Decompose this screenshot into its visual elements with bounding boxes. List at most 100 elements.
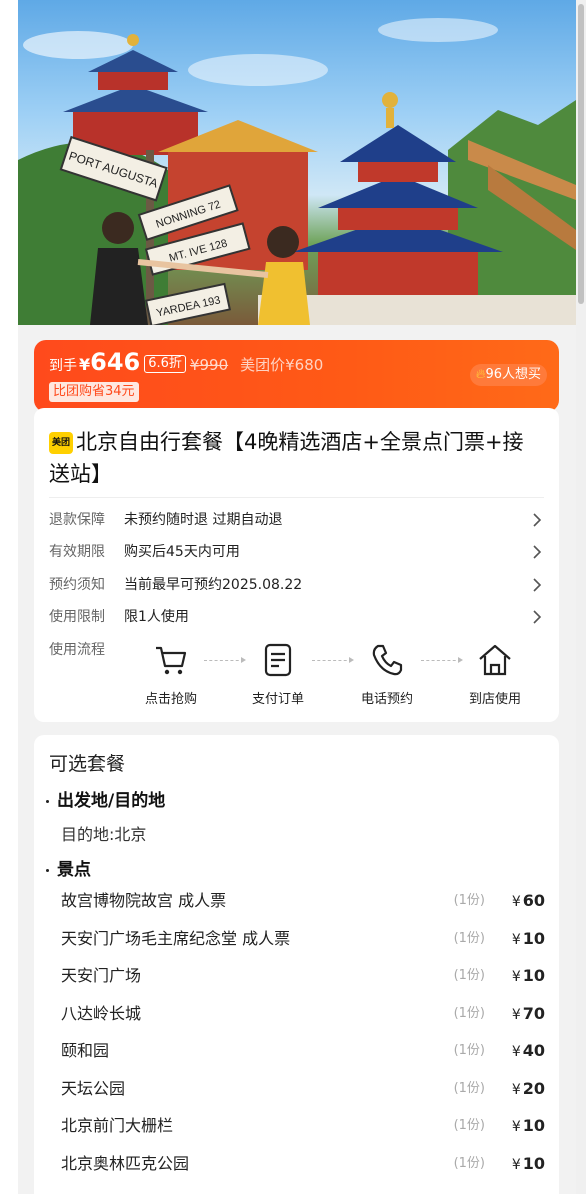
price-row: 到手 ¥ 646 6.6折 ¥990 美团价¥680 xyxy=(49,348,323,378)
bullet-icon xyxy=(46,868,49,872)
item-price: ¥10 xyxy=(512,1152,545,1177)
info-key: 预约须知 xyxy=(49,577,105,593)
flow-step-purchase: 点击抢购 xyxy=(131,642,211,707)
section-title: 景点 xyxy=(57,860,91,880)
flow-step-pay: 支付订单 xyxy=(238,642,318,707)
divider xyxy=(49,497,544,498)
item-qty: (1份) xyxy=(453,893,485,908)
info-row-limit[interactable]: 使用限制 限1人使用 xyxy=(49,605,544,629)
package-item: 天坛公园 (1份) ¥20 xyxy=(61,1077,545,1101)
savings-badge: 比团购省34元 xyxy=(49,382,139,402)
info-row-validity[interactable]: 有效期限 购买后45天内可用 xyxy=(49,540,544,564)
item-currency: ¥ xyxy=(511,1119,521,1135)
scrollbar[interactable] xyxy=(576,0,586,1194)
flow-arrow xyxy=(312,657,354,663)
product-title: 美团 北京自由行套餐【4晚精选酒店+全景点门票+接送站】 xyxy=(49,426,544,490)
item-currency: ¥ xyxy=(511,1157,521,1173)
item-currency: ¥ xyxy=(511,1007,521,1023)
final-price-label: 到手 xyxy=(49,358,77,374)
info-key: 使用限制 xyxy=(49,609,105,625)
item-price: ¥10 xyxy=(512,927,545,952)
want-count-badge: 🔥︎96人想买 xyxy=(469,364,547,386)
meituan-logo: 美团 xyxy=(49,432,73,454)
item-price-value: 70 xyxy=(522,1004,545,1023)
package-item: 故宫博物院故宫 成人票 (1份) ¥60 xyxy=(61,889,545,913)
item-qty: (1份) xyxy=(453,1156,485,1171)
flow-step-visit: 到店使用 xyxy=(455,642,535,707)
item-price: ¥70 xyxy=(512,1002,545,1027)
item-qty: (1份) xyxy=(453,931,485,946)
flow-step-call: 电话预约 xyxy=(347,642,427,707)
item-price: ¥10 xyxy=(512,964,545,989)
packages-title: 可选套餐 xyxy=(49,753,126,775)
package-item: 北京前门大栅栏 (1份) ¥10 xyxy=(61,1114,545,1138)
flow-step-label: 点击抢购 xyxy=(144,692,197,707)
info-value: 限1人使用 xyxy=(124,609,189,625)
phone-icon xyxy=(372,644,403,676)
packages-card: 可选套餐 出发地/目的地 目的地:北京 景点 故宫博物院故宫 成人票 (1份) … xyxy=(34,735,559,1194)
bullet-icon xyxy=(46,799,49,803)
item-price-value: 10 xyxy=(522,966,545,985)
product-title-text: 北京自由行套餐【4晚精选酒店+全景点门票+接送站】 xyxy=(49,430,524,486)
flow-step-label: 支付订单 xyxy=(251,692,304,707)
item-currency: ¥ xyxy=(511,894,521,910)
package-item: 北京奥林匹克公园 (1份) ¥10 xyxy=(61,1152,545,1176)
item-price: ¥40 xyxy=(512,1039,545,1064)
chevron-right-icon xyxy=(533,578,542,592)
item-name: 北京前门大栅栏 xyxy=(61,1116,174,1135)
price-currency: ¥ xyxy=(79,355,91,374)
product-info-card: 美团 北京自由行套餐【4晚精选酒店+全景点门票+接送站】 退款保障 未预约随时退 … xyxy=(34,408,559,722)
item-price-value: 20 xyxy=(522,1079,545,1098)
item-name: 天坛公园 xyxy=(61,1079,126,1098)
item-price-value: 10 xyxy=(522,929,545,948)
original-price: ¥990 xyxy=(189,356,229,374)
meituan-price: 美团价¥680 xyxy=(240,356,324,374)
item-qty: (1份) xyxy=(453,1006,485,1021)
item-qty: (1份) xyxy=(453,1081,485,1096)
section-departure: 出发地/目的地 xyxy=(46,786,165,811)
home-icon xyxy=(479,644,511,676)
flow-step-label: 电话预约 xyxy=(360,692,413,707)
cart-icon xyxy=(156,646,187,675)
flow-label: 使用流程 xyxy=(49,642,105,658)
item-qty: (1份) xyxy=(453,968,485,983)
want-count-text: 96人想买 xyxy=(485,367,541,382)
info-value: 未预约随时退 过期自动退 xyxy=(124,512,283,528)
info-row-refund[interactable]: 退款保障 未预约随时退 过期自动退 xyxy=(49,508,544,532)
item-price-value: 10 xyxy=(522,1154,545,1173)
document-icon xyxy=(264,643,292,677)
item-price-value: 40 xyxy=(522,1041,545,1060)
scrollbar-thumb[interactable] xyxy=(578,4,584,304)
package-item: 天安门广场 (1份) ¥10 xyxy=(61,964,545,988)
item-name: 颐和园 xyxy=(61,1041,110,1060)
destination-text: 目的地:北京 xyxy=(61,825,147,844)
hero-image[interactable]: PORT AUGUSTA NONNING 72 MT. IVE 128 YARD… xyxy=(18,0,576,325)
item-name: 天安门广场毛主席纪念堂 成人票 xyxy=(61,929,291,948)
flow-step-label: 到店使用 xyxy=(468,692,521,707)
item-price: ¥20 xyxy=(512,1077,545,1102)
info-row-booking[interactable]: 预约须知 当前最早可预约2025.08.22 xyxy=(49,573,544,597)
package-item: 八达岭长城 (1份) ¥70 xyxy=(61,1002,545,1026)
item-currency: ¥ xyxy=(511,932,521,948)
item-price: ¥60 xyxy=(512,889,545,914)
section-sights: 景点 xyxy=(46,855,91,880)
chevron-right-icon xyxy=(533,513,542,527)
item-name: 天安门广场 xyxy=(61,966,142,985)
info-key: 退款保障 xyxy=(49,512,105,528)
item-name: 北京奥林匹克公园 xyxy=(61,1154,190,1173)
chevron-right-icon xyxy=(533,545,542,559)
price-banner: 到手 ¥ 646 6.6折 ¥990 美团价¥680 比团购省34元 🔥︎96人… xyxy=(34,340,559,412)
chevron-right-icon xyxy=(533,610,542,624)
item-qty: (1份) xyxy=(453,1118,485,1133)
item-name: 八达岭长城 xyxy=(61,1004,142,1023)
item-currency: ¥ xyxy=(511,969,521,985)
info-value: 购买后45天内可用 xyxy=(124,544,240,560)
item-currency: ¥ xyxy=(511,1044,521,1060)
package-item: 天安门广场毛主席纪念堂 成人票 (1份) ¥10 xyxy=(61,927,545,951)
final-price: 646 xyxy=(90,348,141,376)
item-price-value: 60 xyxy=(522,891,545,910)
package-item: 颐和园 (1份) ¥40 xyxy=(61,1039,545,1063)
item-price-value: 10 xyxy=(522,1116,545,1135)
info-key: 有效期限 xyxy=(49,544,105,560)
item-price: ¥10 xyxy=(512,1114,545,1139)
